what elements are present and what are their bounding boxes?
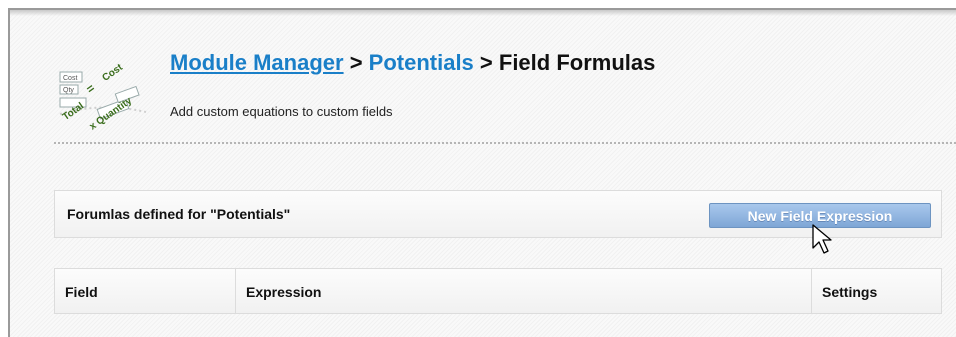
column-header-field: Field (55, 269, 236, 313)
field-formula-icon: Cost Qty Total = Cost x Quantity (59, 62, 147, 132)
icon-label-qty: Qty (63, 87, 74, 94)
icon-label-cost: Cost (63, 75, 77, 82)
header-divider (54, 142, 956, 144)
breadcrumb-field-formulas: Field Formulas (498, 50, 656, 75)
formulas-table-header: Field Expression Settings (54, 268, 942, 314)
icon-label-cost-right: Cost (100, 62, 125, 84)
page-title: Module Manager > Potentials > Field Form… (170, 50, 655, 76)
icon-label-equals: = (84, 81, 98, 96)
breadcrumb-module-manager[interactable]: Module Manager (170, 50, 344, 75)
formulas-section-header: Forumlas defined for "Potentials" New Fi… (54, 190, 942, 238)
column-header-expression: Expression (236, 269, 812, 313)
page-frame: Cost Qty Total = Cost x Quantity Module … (8, 8, 956, 337)
section-label: Forumlas defined for "Potentials" (67, 206, 291, 222)
breadcrumb-separator: > (473, 50, 499, 75)
icon-label-quantity: x Quantity (88, 95, 135, 132)
breadcrumb-separator: > (343, 50, 369, 75)
page-subtitle: Add custom equations to custom fields (170, 104, 393, 119)
column-header-settings: Settings (822, 284, 878, 300)
breadcrumb-potentials[interactable]: Potentials (369, 50, 474, 75)
mouse-pointer-icon (812, 224, 832, 254)
